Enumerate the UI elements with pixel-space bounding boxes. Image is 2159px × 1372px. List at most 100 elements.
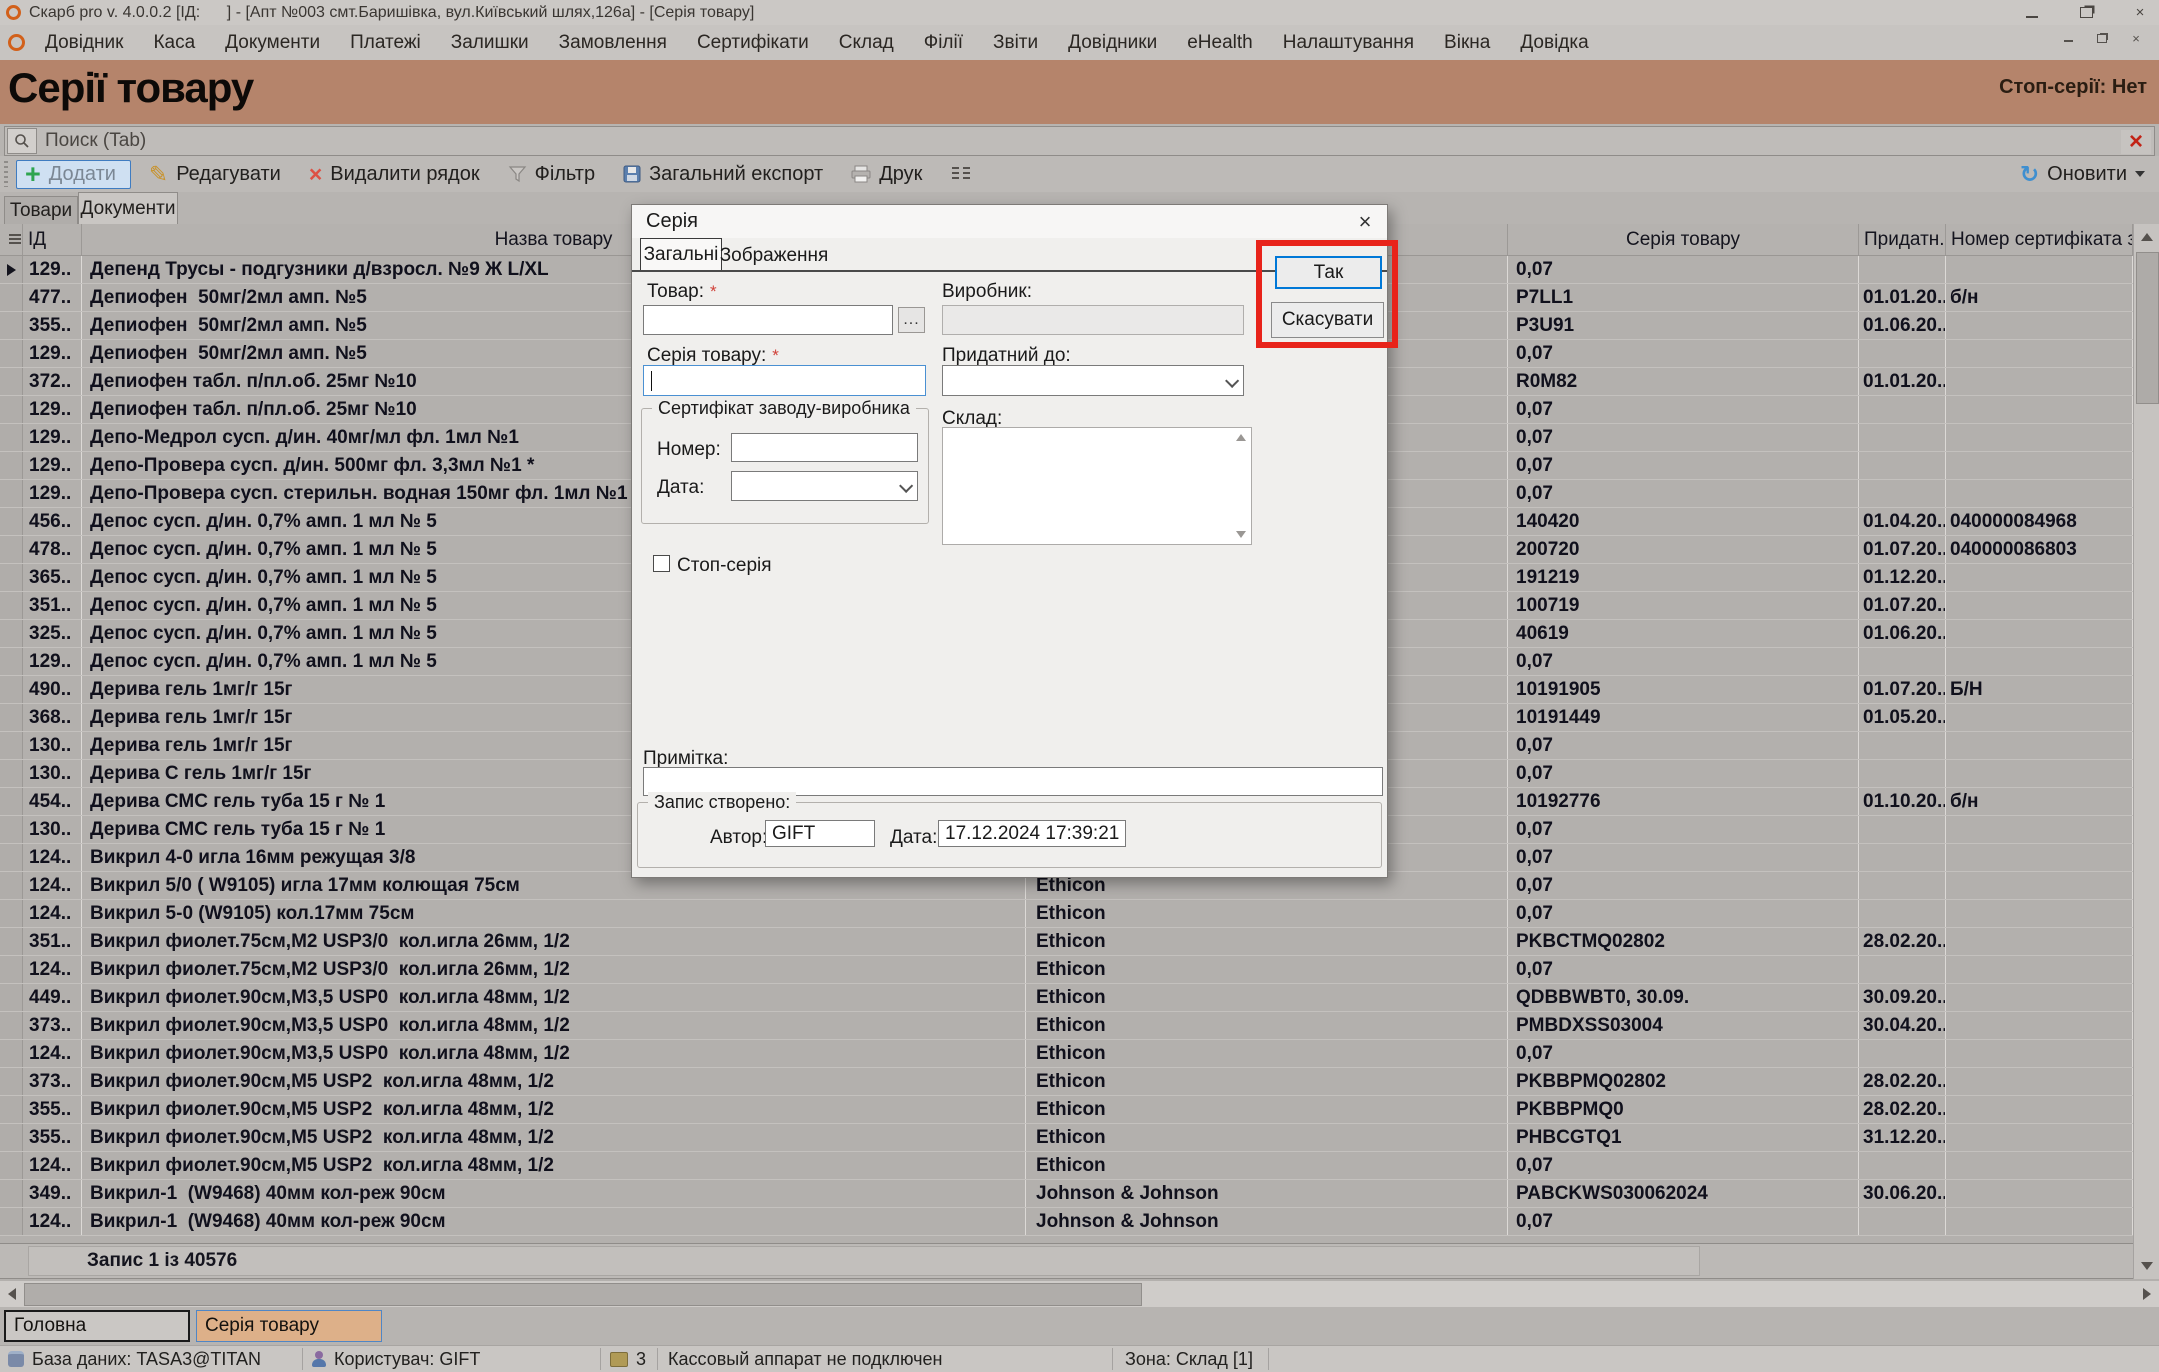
filter-button[interactable]: Фільтр [508,163,595,186]
table-row[interactable]: 351..Викрил фиолет.75см,М2 USP3/0 кол.иг… [0,928,2133,956]
scroll-up-icon[interactable] [2134,224,2159,250]
chevron-down-icon[interactable] [899,479,913,493]
record-created-label: Запис створено: [648,792,796,813]
restore-button[interactable] [2073,4,2099,22]
tab-tovary[interactable]: Товари [4,196,78,224]
cell-producer: Ethicon [1026,984,1508,1011]
rows-icon [9,234,21,246]
dialog-tab-zobrazhennia[interactable]: Зображення [720,242,828,270]
dialog-tab-zahalni[interactable]: Загальні [640,238,722,270]
menu-item-3[interactable]: Документи [225,32,320,54]
table-row[interactable]: 373..Викрил фиолет.90см,М5 USP2 кол.игла… [0,1068,2133,1096]
column-header-0[interactable] [0,224,23,255]
table-row[interactable]: 355..Викрил фиолет.90см,М5 USP2 кол.игла… [0,1124,2133,1152]
mdi-minimize-button[interactable] [2059,31,2077,45]
scroll-down-icon[interactable] [1236,531,1246,538]
column-header-5[interactable]: Придатн... [1859,224,1946,255]
scroll-up-icon[interactable] [1236,434,1246,441]
column-header-6[interactable]: Номер сертифіката за [1946,224,2133,255]
column-header-1[interactable]: ІД [23,224,82,255]
valid-until-combobox[interactable] [942,365,1244,396]
cert-date-combobox[interactable] [731,471,918,501]
menu-item-4[interactable]: Платежі [350,32,421,54]
table-row[interactable]: 124..Викрил 5-0 (W9105) кол.17мм 75смEth… [0,900,2133,928]
menu-item-12[interactable]: eHealth [1187,32,1253,54]
table-row[interactable]: 124..Викрил-1 (W9468) 40мм кол-реж 90смJ… [0,1208,2133,1236]
cell-valid-until: 01.07.20.. [1859,676,1946,703]
table-row[interactable]: 124..Викрил фиолет.90см,М3,5 USP0 кол.иг… [0,1040,2133,1068]
row-selector-cell [0,1152,23,1179]
vertical-scroll-thumb[interactable] [2136,252,2159,404]
cell-valid-until: 01.05.20.. [1859,704,1946,731]
toolbar-grip[interactable] [4,161,8,187]
horizontal-scroll-thumb[interactable] [24,1283,1142,1306]
cell-valid-until [1859,872,1946,899]
ok-button[interactable]: Так [1275,256,1382,289]
cell-id: 456.. [23,508,82,535]
menu-item-2[interactable]: Каса [153,32,195,54]
menu-item-7[interactable]: Сертифікати [697,32,809,54]
app-menu-icon[interactable] [8,34,25,51]
pencil-icon: ✎ [149,161,168,188]
cell-id: 355.. [23,312,82,339]
search-icon[interactable] [7,128,37,154]
scroll-right-icon[interactable] [2135,1281,2159,1307]
product-input[interactable] [643,305,893,335]
menu-item-11[interactable]: Довідники [1068,32,1157,54]
row-selector-cell [0,284,23,311]
column-header-4[interactable]: Серія товару [1508,224,1859,255]
text-caret [651,371,652,391]
cert-number-input[interactable] [731,433,918,462]
menu-item-14[interactable]: Вікна [1444,32,1490,54]
refresh-button[interactable]: ↻ Оновити [2020,161,2145,188]
cell-certificate [1946,368,2133,395]
menu-item-15[interactable]: Довідка [1520,32,1588,54]
close-button[interactable]: × [2127,4,2153,22]
search-input[interactable]: Поиск (Tab) × [4,126,2155,156]
series-input[interactable] [643,365,926,396]
stock-textarea[interactable] [942,427,1252,545]
mdi-restore-button[interactable] [2093,31,2111,45]
menu-item-9[interactable]: Філії [924,32,963,54]
print-button[interactable]: Друк [851,163,922,186]
row-selector-cell [0,844,23,871]
scroll-left-icon[interactable] [0,1281,24,1307]
columns-button[interactable] [950,165,972,183]
vertical-scrollbar[interactable] [2133,224,2159,1279]
row-selector-cell [0,620,23,647]
menu-item-5[interactable]: Залишки [451,32,529,54]
edit-button[interactable]: ✎ Редагувати [149,161,281,188]
product-lookup-button[interactable]: ... [898,307,925,333]
export-button[interactable]: Загальний експорт [623,163,823,186]
menu-item-10[interactable]: Звіти [993,32,1038,54]
menu-item-13[interactable]: Налаштування [1283,32,1414,54]
delete-row-button[interactable]: × Видалити рядок [309,161,480,188]
mdi-close-button[interactable]: × [2127,31,2145,45]
cell-producer: Johnson & Johnson [1026,1180,1508,1207]
minimize-button[interactable] [2019,4,2045,22]
dialog-close-icon[interactable]: × [1343,205,1387,238]
stop-series-checkbox[interactable] [653,555,670,572]
add-button[interactable]: + Додати [16,160,131,189]
row-selector-cell [0,424,23,451]
table-row[interactable]: 349..Викрил-1 (W9468) 40мм кол-реж 90смJ… [0,1180,2133,1208]
table-row[interactable]: 355..Викрил фиолет.90см,М5 USP2 кол.игла… [0,1096,2133,1124]
search-clear-icon[interactable]: × [2121,130,2151,154]
cell-series: 0,07 [1508,872,1859,899]
cancel-button[interactable]: Скасувати [1271,302,1384,338]
table-row[interactable]: 124..Викрил фиолет.75см,М2 USP3/0 кол.иг… [0,956,2133,984]
bottom-tab-seriya-tovaru[interactable]: Серія товару [196,1310,382,1342]
table-row[interactable]: 449..Викрил фиолет.90см,М3,5 USP0 кол.иг… [0,984,2133,1012]
row-selector-cell [0,256,23,283]
table-row[interactable]: 373..Викрил фиолет.90см,М3,5 USP0 кол.иг… [0,1012,2133,1040]
menu-item-8[interactable]: Склад [839,32,894,54]
horizontal-scrollbar[interactable] [0,1281,2159,1307]
table-row[interactable]: 124..Викрил фиолет.90см,М5 USP2 кол.игла… [0,1152,2133,1180]
bottom-tab-holovna[interactable]: Головна [4,1310,190,1342]
menu-item-1[interactable]: Довідник [45,32,123,54]
menu-item-6[interactable]: Замовлення [559,32,667,54]
tab-dokumenty[interactable]: Документи [78,192,178,224]
scroll-down-icon[interactable] [2134,1253,2159,1279]
refresh-dropdown-icon[interactable] [2135,171,2145,177]
chevron-down-icon[interactable] [1225,373,1239,387]
